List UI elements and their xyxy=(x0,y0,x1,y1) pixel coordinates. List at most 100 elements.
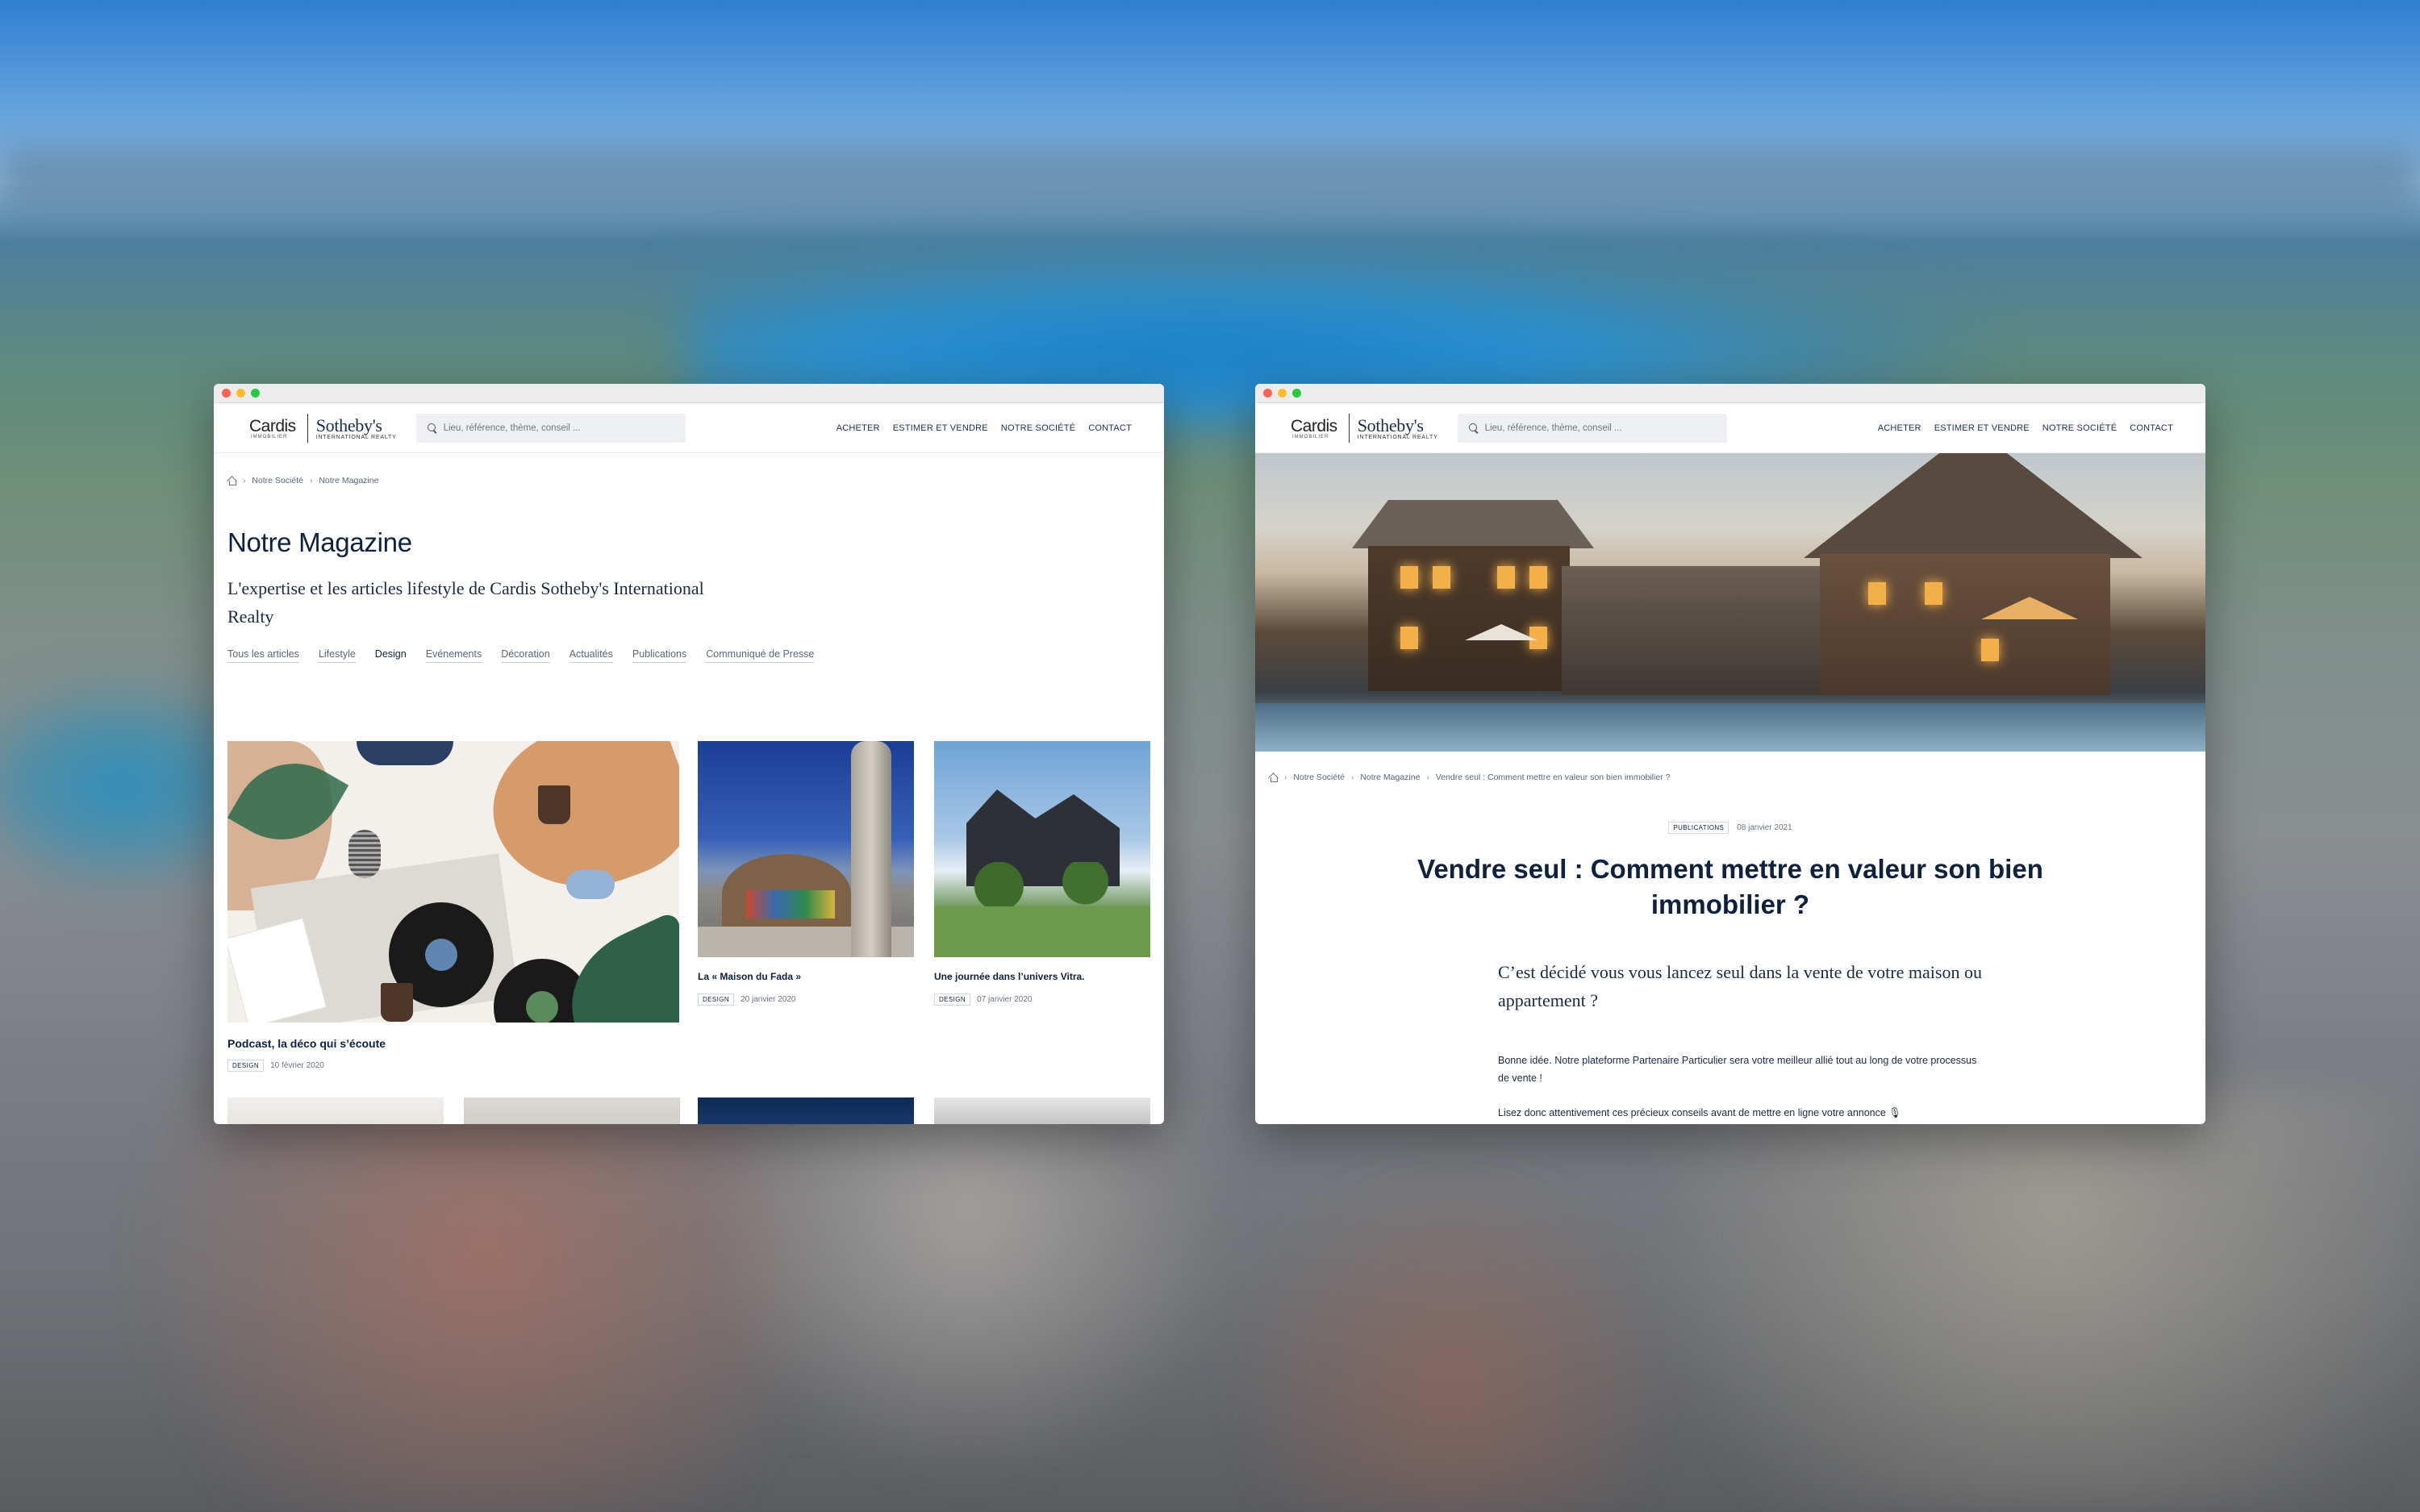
breadcrumb-separator: › xyxy=(1284,773,1287,782)
nav-estimer-et-vendre[interactable]: ESTIMER ET VENDRE xyxy=(1934,423,2030,433)
filter-publications[interactable]: Publications xyxy=(632,648,687,663)
nav-acheter[interactable]: ACHETER xyxy=(837,423,880,433)
close-window-button[interactable] xyxy=(1263,389,1272,398)
article-date: 08 janvier 2021 xyxy=(1737,823,1792,832)
nav-notre-societe[interactable]: NOTRE SOCIÉTÉ xyxy=(2042,423,2117,433)
breadcrumb-separator: › xyxy=(1426,773,1429,782)
article-image-thumbnail[interactable] xyxy=(698,1098,914,1124)
background-city xyxy=(0,1089,2420,1512)
main-nav: ACHETER ESTIMER ET VENDRE NOTRE SOCIÉTÉ … xyxy=(837,423,1132,433)
article-image-podcast[interactable] xyxy=(227,741,679,1023)
article-date: 20 janvier 2020 xyxy=(741,995,796,1004)
logo-cardis: Cardis IMMOBILIER xyxy=(249,417,304,439)
logo-sothebys: Sotheby's INTERNATIONAL REALTY xyxy=(316,415,397,440)
article-image-thumbnail[interactable] xyxy=(464,1098,680,1124)
breadcrumb-item-notre-societe[interactable]: Notre Société xyxy=(252,476,303,485)
article-title[interactable]: La « Maison du Fada » xyxy=(698,971,914,982)
search-bar[interactable] xyxy=(415,413,686,443)
article-lead: C’est décidé vous vous lancez seul dans … xyxy=(1498,962,1982,1010)
logo-divider xyxy=(307,413,308,443)
breadcrumb-separator: › xyxy=(243,476,246,485)
nav-contact[interactable]: CONTACT xyxy=(2130,423,2173,433)
article-title[interactable]: Podcast, la déco qui s’écoute xyxy=(227,1037,679,1050)
article-image-maison-du-fada[interactable] xyxy=(698,741,914,957)
logo-sothebys: Sotheby's INTERNATIONAL REALTY xyxy=(1358,415,1438,440)
logo-cardis-sub: IMMOBILIER xyxy=(251,434,288,439)
minimize-window-button[interactable] xyxy=(236,389,245,398)
filter-communique-de-presse[interactable]: Communiqué de Presse xyxy=(706,648,815,663)
page-subtitle: L'expertise et les articles lifestyle de… xyxy=(227,578,704,627)
site-logo[interactable]: Cardis IMMOBILIER Sotheby's INTERNATIONA… xyxy=(1291,412,1438,444)
article-image-thumbnail[interactable] xyxy=(934,1098,1150,1124)
article-image-vitra[interactable] xyxy=(934,741,1150,957)
breadcrumb-separator: › xyxy=(309,476,313,485)
logo-sothebys-text: Sotheby's xyxy=(315,415,382,435)
filter-decoration[interactable]: Décoration xyxy=(501,648,550,663)
logo-cardis-text: Cardis xyxy=(1291,416,1337,435)
breadcrumb-item-notre-magazine[interactable]: Notre Magazine xyxy=(1360,773,1420,782)
filter-lifestyle[interactable]: Lifestyle xyxy=(318,648,356,663)
nav-acheter[interactable]: ACHETER xyxy=(1878,423,1921,433)
filter-actualites[interactable]: Actualités xyxy=(569,648,613,663)
minimize-window-button[interactable] xyxy=(1278,389,1287,398)
article-date: 10 février 2020 xyxy=(270,1061,324,1070)
search-bar[interactable] xyxy=(1457,413,1727,443)
logo-divider xyxy=(1348,413,1350,443)
background-hills xyxy=(0,129,2420,226)
breadcrumb: › Notre Société › Notre Magazine › Vendr… xyxy=(1269,773,1670,782)
article-card-maison-du-fada[interactable]: La « Maison du Fada » DESIGN 20 janvier … xyxy=(698,741,914,1006)
category-tag: DESIGN xyxy=(227,1060,265,1072)
logo-cardis: Cardis IMMOBILIER xyxy=(1291,417,1346,439)
breadcrumb-item-current-article: Vendre seul : Comment mettre en valeur s… xyxy=(1435,773,1671,782)
article-meta: PUBLICATIONS 08 janvier 2021 xyxy=(1255,822,2205,834)
nav-notre-societe[interactable]: NOTRE SOCIÉTÉ xyxy=(1001,423,1075,433)
article-meta: DESIGN 10 février 2020 xyxy=(227,1060,679,1072)
filter-design[interactable]: Design xyxy=(375,648,407,663)
logo-sothebys-sub: INTERNATIONAL REALTY xyxy=(315,435,397,440)
category-tag: DESIGN xyxy=(934,993,971,1006)
breadcrumb-item-notre-magazine[interactable]: Notre Magazine xyxy=(319,476,378,485)
browser-window-magazine: Cardis IMMOBILIER Sotheby's INTERNATIONA… xyxy=(214,384,1164,1124)
article-meta: DESIGN 07 janvier 2020 xyxy=(934,993,1150,1006)
home-icon[interactable] xyxy=(1269,773,1278,782)
site-logo[interactable]: Cardis IMMOBILIER Sotheby's INTERNATIONA… xyxy=(249,412,397,444)
main-nav: ACHETER ESTIMER ET VENDRE NOTRE SOCIÉTÉ … xyxy=(1878,423,2173,433)
nav-contact[interactable]: CONTACT xyxy=(1088,423,1132,433)
logo-cardis-text: Cardis xyxy=(249,416,296,435)
site-header: Cardis IMMOBILIER Sotheby's INTERNATIONA… xyxy=(214,403,1164,453)
filter-evenements[interactable]: Evénements xyxy=(425,648,482,663)
browser-window-article: Cardis IMMOBILIER Sotheby's INTERNATIONA… xyxy=(1255,384,2205,1124)
site-header: Cardis IMMOBILIER Sotheby's INTERNATIONA… xyxy=(1255,403,2205,453)
logo-sothebys-text: Sotheby's xyxy=(1357,415,1424,435)
category-tag[interactable]: PUBLICATIONS xyxy=(1668,822,1729,834)
article-paragraph: Bonne idée. Notre plateforme Partenaire … xyxy=(1498,1055,1977,1084)
article-title: Vendre seul : Comment mettre en valeur s… xyxy=(1417,854,2043,919)
category-filters: Tous les articles Lifestyle Design Evéne… xyxy=(227,648,815,663)
article-meta: DESIGN 20 janvier 2020 xyxy=(698,993,914,1006)
article-card-vitra[interactable]: Une journée dans l’univers Vitra. DESIGN… xyxy=(934,741,1150,1006)
search-input[interactable] xyxy=(1484,423,1703,433)
article-card-podcast[interactable]: Podcast, la déco qui s’écoute DESIGN 10 … xyxy=(227,741,679,1072)
breadcrumb-item-notre-societe[interactable]: Notre Société xyxy=(1293,773,1345,782)
maximize-window-button[interactable] xyxy=(1292,389,1301,398)
search-icon xyxy=(1468,423,1479,433)
filter-tous-les-articles[interactable]: Tous les articles xyxy=(227,648,299,663)
window-titlebar xyxy=(1255,384,2205,403)
article-image-thumbnail[interactable] xyxy=(227,1098,444,1124)
window-titlebar xyxy=(214,384,1164,403)
maximize-window-button[interactable] xyxy=(251,389,260,398)
nav-estimer-et-vendre[interactable]: ESTIMER ET VENDRE xyxy=(893,423,988,433)
breadcrumb: › Notre Société › Notre Magazine xyxy=(227,476,378,485)
breadcrumb-separator: › xyxy=(1350,773,1354,782)
logo-sothebys-sub: INTERNATIONAL REALTY xyxy=(1357,435,1438,440)
search-icon xyxy=(427,423,437,433)
logo-cardis-sub: IMMOBILIER xyxy=(1292,434,1329,439)
article-date: 07 janvier 2020 xyxy=(977,995,1033,1004)
article-hero-image xyxy=(1255,453,2205,752)
search-input[interactable] xyxy=(443,423,661,433)
article-title[interactable]: Une journée dans l’univers Vitra. xyxy=(934,971,1150,982)
home-icon[interactable] xyxy=(227,477,236,485)
page-title: Notre Magazine xyxy=(227,527,412,557)
close-window-button[interactable] xyxy=(222,389,231,398)
article-paragraph: Lisez donc attentivement ces précieux co… xyxy=(1498,1107,1902,1118)
